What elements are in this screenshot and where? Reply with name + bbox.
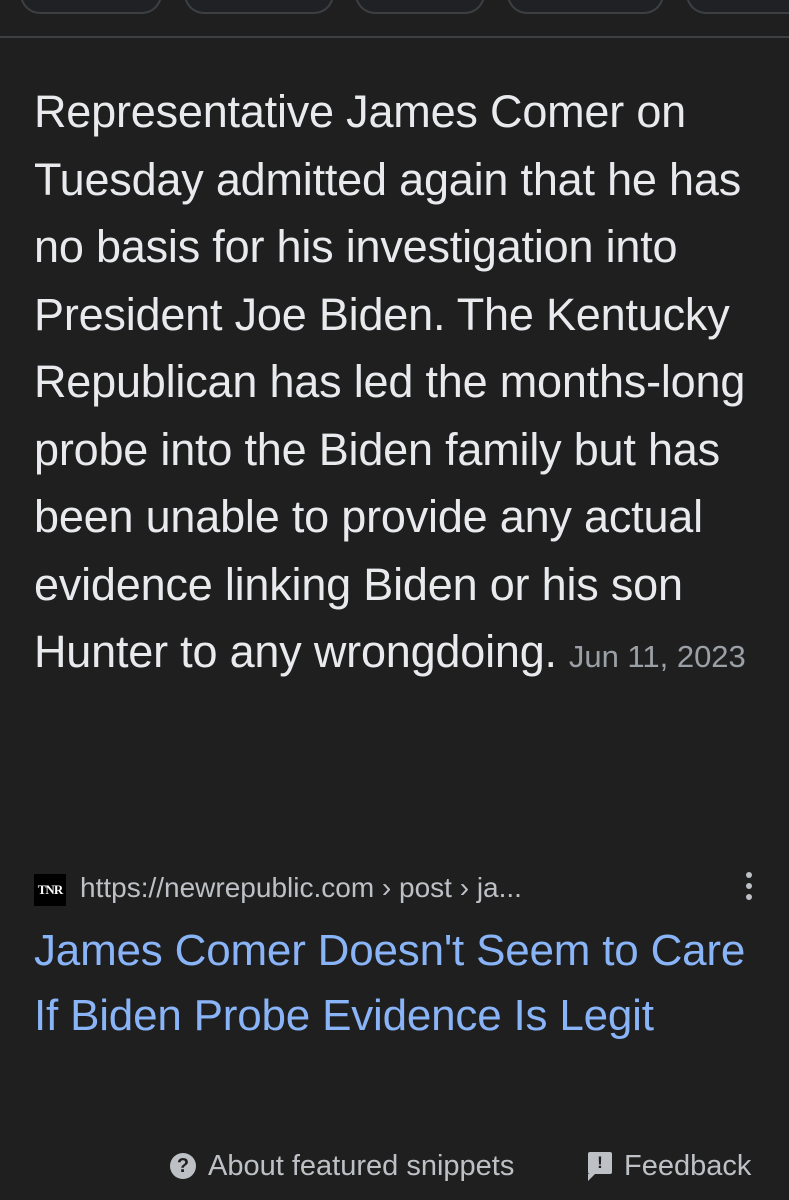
feedback-label: Feedback bbox=[624, 1149, 752, 1182]
snippet-body: Representative James Comer on Tuesday ad… bbox=[34, 86, 746, 677]
about-featured-snippets-link[interactable]: ? About featured snippets bbox=[170, 1146, 514, 1186]
filter-chip-row bbox=[0, 0, 789, 14]
filter-chip[interactable] bbox=[20, 0, 162, 14]
site-favicon: TNR bbox=[34, 874, 66, 906]
snippet-date: Jun 11, 2023 bbox=[568, 639, 746, 674]
filter-chip[interactable] bbox=[355, 0, 485, 14]
filter-chip[interactable] bbox=[686, 0, 789, 14]
feedback-icon: ! bbox=[588, 1152, 612, 1181]
result-title-link[interactable]: James Comer Doesn't Seem to Care If Bide… bbox=[34, 918, 774, 1048]
filter-chip[interactable] bbox=[184, 0, 334, 14]
result-url[interactable]: https://newrepublic.com › post › ja... bbox=[80, 870, 522, 906]
feedback-button[interactable]: ! Feedback bbox=[588, 1146, 751, 1186]
divider bbox=[0, 36, 789, 38]
about-label: About featured snippets bbox=[208, 1149, 515, 1182]
help-circle-icon: ? bbox=[170, 1153, 196, 1179]
snippet-footer: ? About featured snippets ! Feedback bbox=[0, 1140, 789, 1190]
more-vert-icon[interactable] bbox=[744, 872, 754, 906]
featured-snippet-text: Representative James Comer on Tuesday ad… bbox=[34, 78, 764, 691]
filter-chip[interactable] bbox=[507, 0, 664, 14]
result-source[interactable]: TNR https://newrepublic.com › post › ja.… bbox=[34, 866, 764, 910]
